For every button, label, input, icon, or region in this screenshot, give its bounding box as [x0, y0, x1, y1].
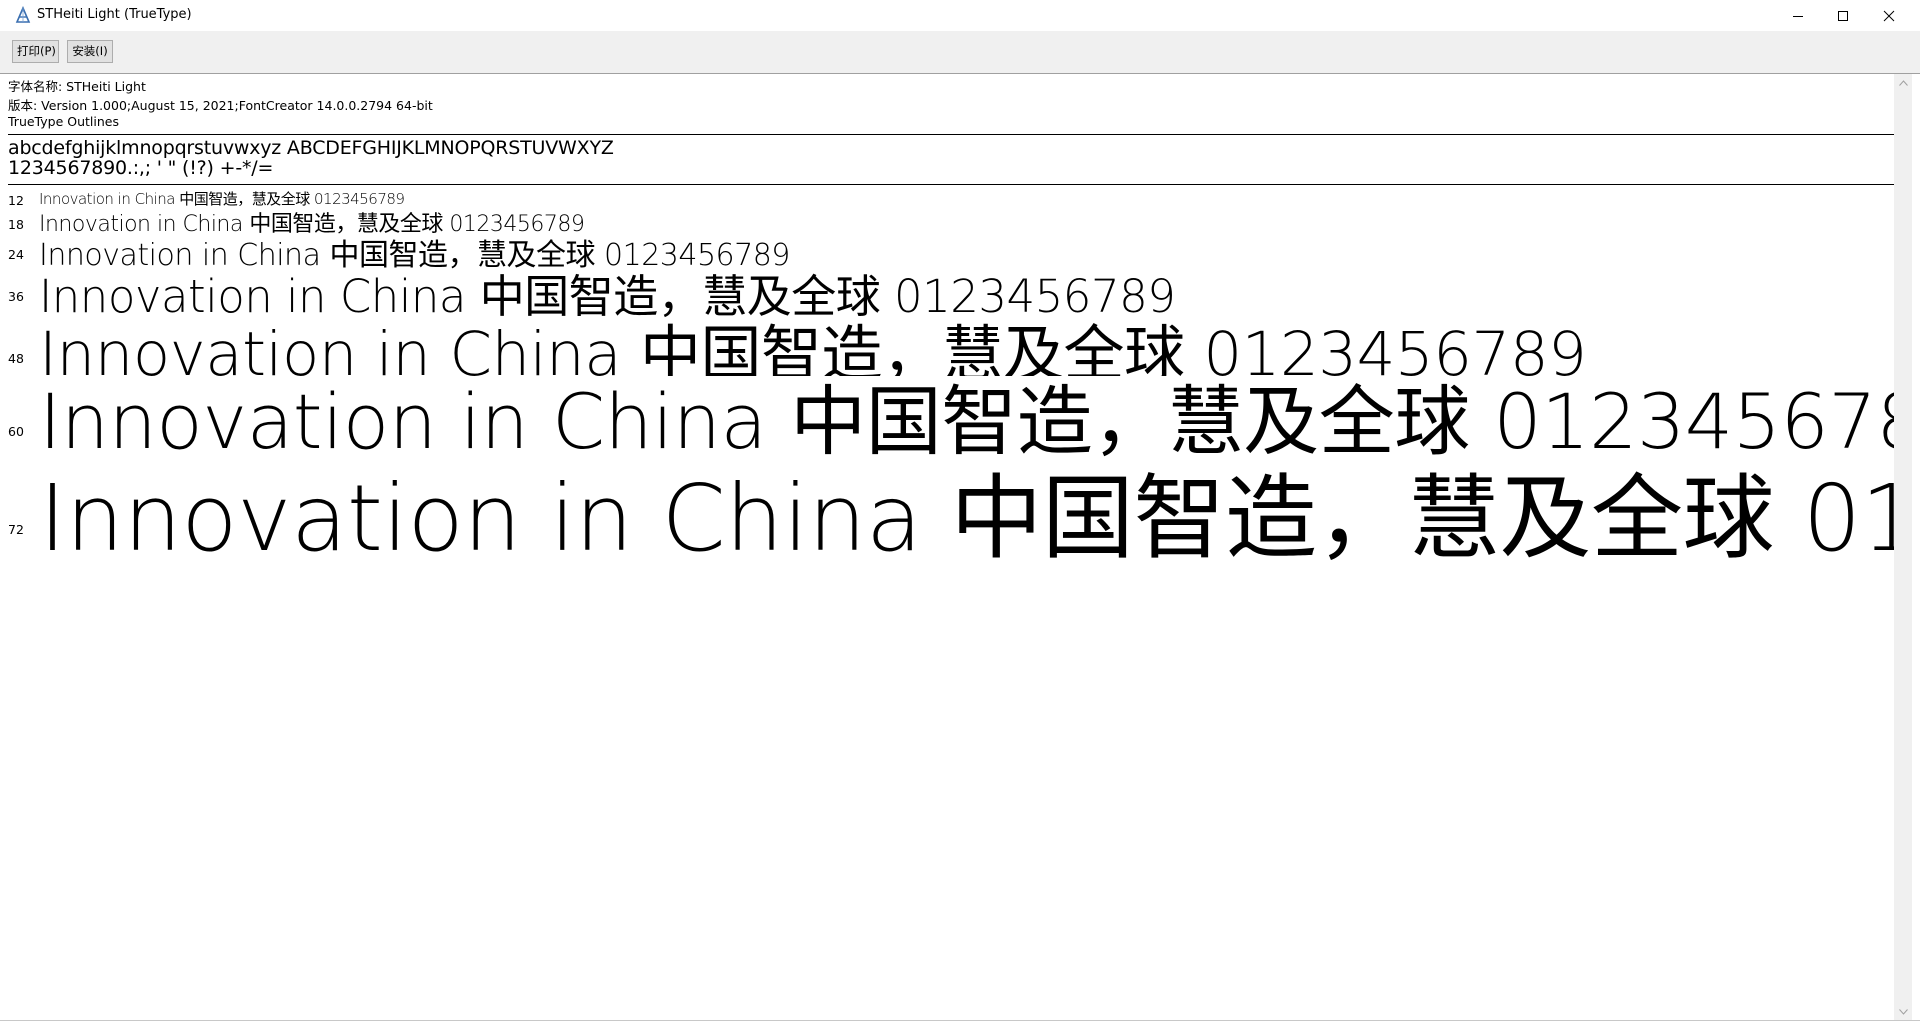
sample-row-36: 36 Innovation in China 中国智造，慧及全球 0123456…	[8, 260, 1894, 323]
close-icon	[1883, 10, 1895, 21]
charset-digits-symbols: 1234567890.:,; ' " (!?) +-*/=	[8, 157, 274, 179]
sample-row-18: 18 Innovation in China 中国智造，慧及全球 0123456…	[8, 206, 1894, 237]
sample-row-60: 60 Innovation in China 中国智造，慧及全球 0123456…	[8, 368, 1894, 458]
font-preview-window: STHeiti Light (TrueType) 打印(P) 安装(I) 字体名…	[0, 0, 1920, 1030]
title-bar[interactable]: STHeiti Light (TrueType)	[0, 0, 1920, 31]
scroll-up-button[interactable]	[1894, 74, 1912, 91]
right-window-edge	[1912, 74, 1920, 1029]
sample-row-48: 48 Innovation in China 中国智造，慧及全球 0123456…	[8, 306, 1894, 376]
sample-row-12: 12 Innovation in China 中国智造，慧及全球 0123456…	[8, 188, 1894, 208]
divider-top	[8, 134, 1894, 135]
font-outline-line: TrueType Outlines	[8, 114, 119, 129]
divider-bottom	[8, 184, 1894, 185]
sample-text: Innovation in China 中国智造，慧及全球 0123456789	[39, 319, 1587, 376]
sample-row-24: 24 Innovation in China 中国智造，慧及全球 0123456…	[8, 230, 1894, 273]
scroll-down-button[interactable]	[1894, 1003, 1912, 1020]
maximize-button[interactable]	[1820, 0, 1866, 31]
sample-text: Innovation in China 中国智造，慧及全球 0123456789	[39, 465, 1894, 560]
toolbar: 打印(P) 安装(I)	[0, 31, 1920, 74]
font-viewer-app-icon	[15, 6, 31, 23]
install-button[interactable]: 安装(I)	[67, 40, 113, 63]
print-button[interactable]: 打印(P)	[12, 40, 59, 63]
size-label: 48	[8, 351, 24, 366]
charset-letters: abcdefghijklmnopqrstuvwxyz ABCDEFGHIJKLM…	[8, 137, 614, 159]
sample-text: Innovation in China 中国智造，慧及全球 0123456789	[39, 377, 1894, 458]
scroll-down-arrow-icon	[1898, 1008, 1908, 1015]
minimize-icon	[1793, 15, 1803, 17]
size-label: 60	[8, 424, 24, 439]
size-label: 36	[8, 289, 24, 304]
close-button[interactable]	[1866, 0, 1912, 31]
font-version-line: 版本: Version 1.000;August 15, 2021;FontCr…	[8, 98, 433, 113]
font-preview-area: 字体名称: STHeiti Light 版本: Version 1.000;Au…	[8, 74, 1894, 1020]
minimize-button[interactable]	[1775, 0, 1821, 31]
scroll-up-arrow-icon	[1898, 79, 1908, 86]
size-label: 72	[8, 522, 24, 537]
maximize-icon	[1838, 10, 1848, 21]
window-title: STHeiti Light (TrueType)	[37, 7, 192, 22]
font-name-line: 字体名称: STHeiti Light	[8, 79, 146, 94]
sample-row-72: 72 Innovation in China 中国智造，慧及全球 0123456…	[8, 450, 1894, 560]
vertical-scrollbar[interactable]	[1894, 74, 1912, 1020]
